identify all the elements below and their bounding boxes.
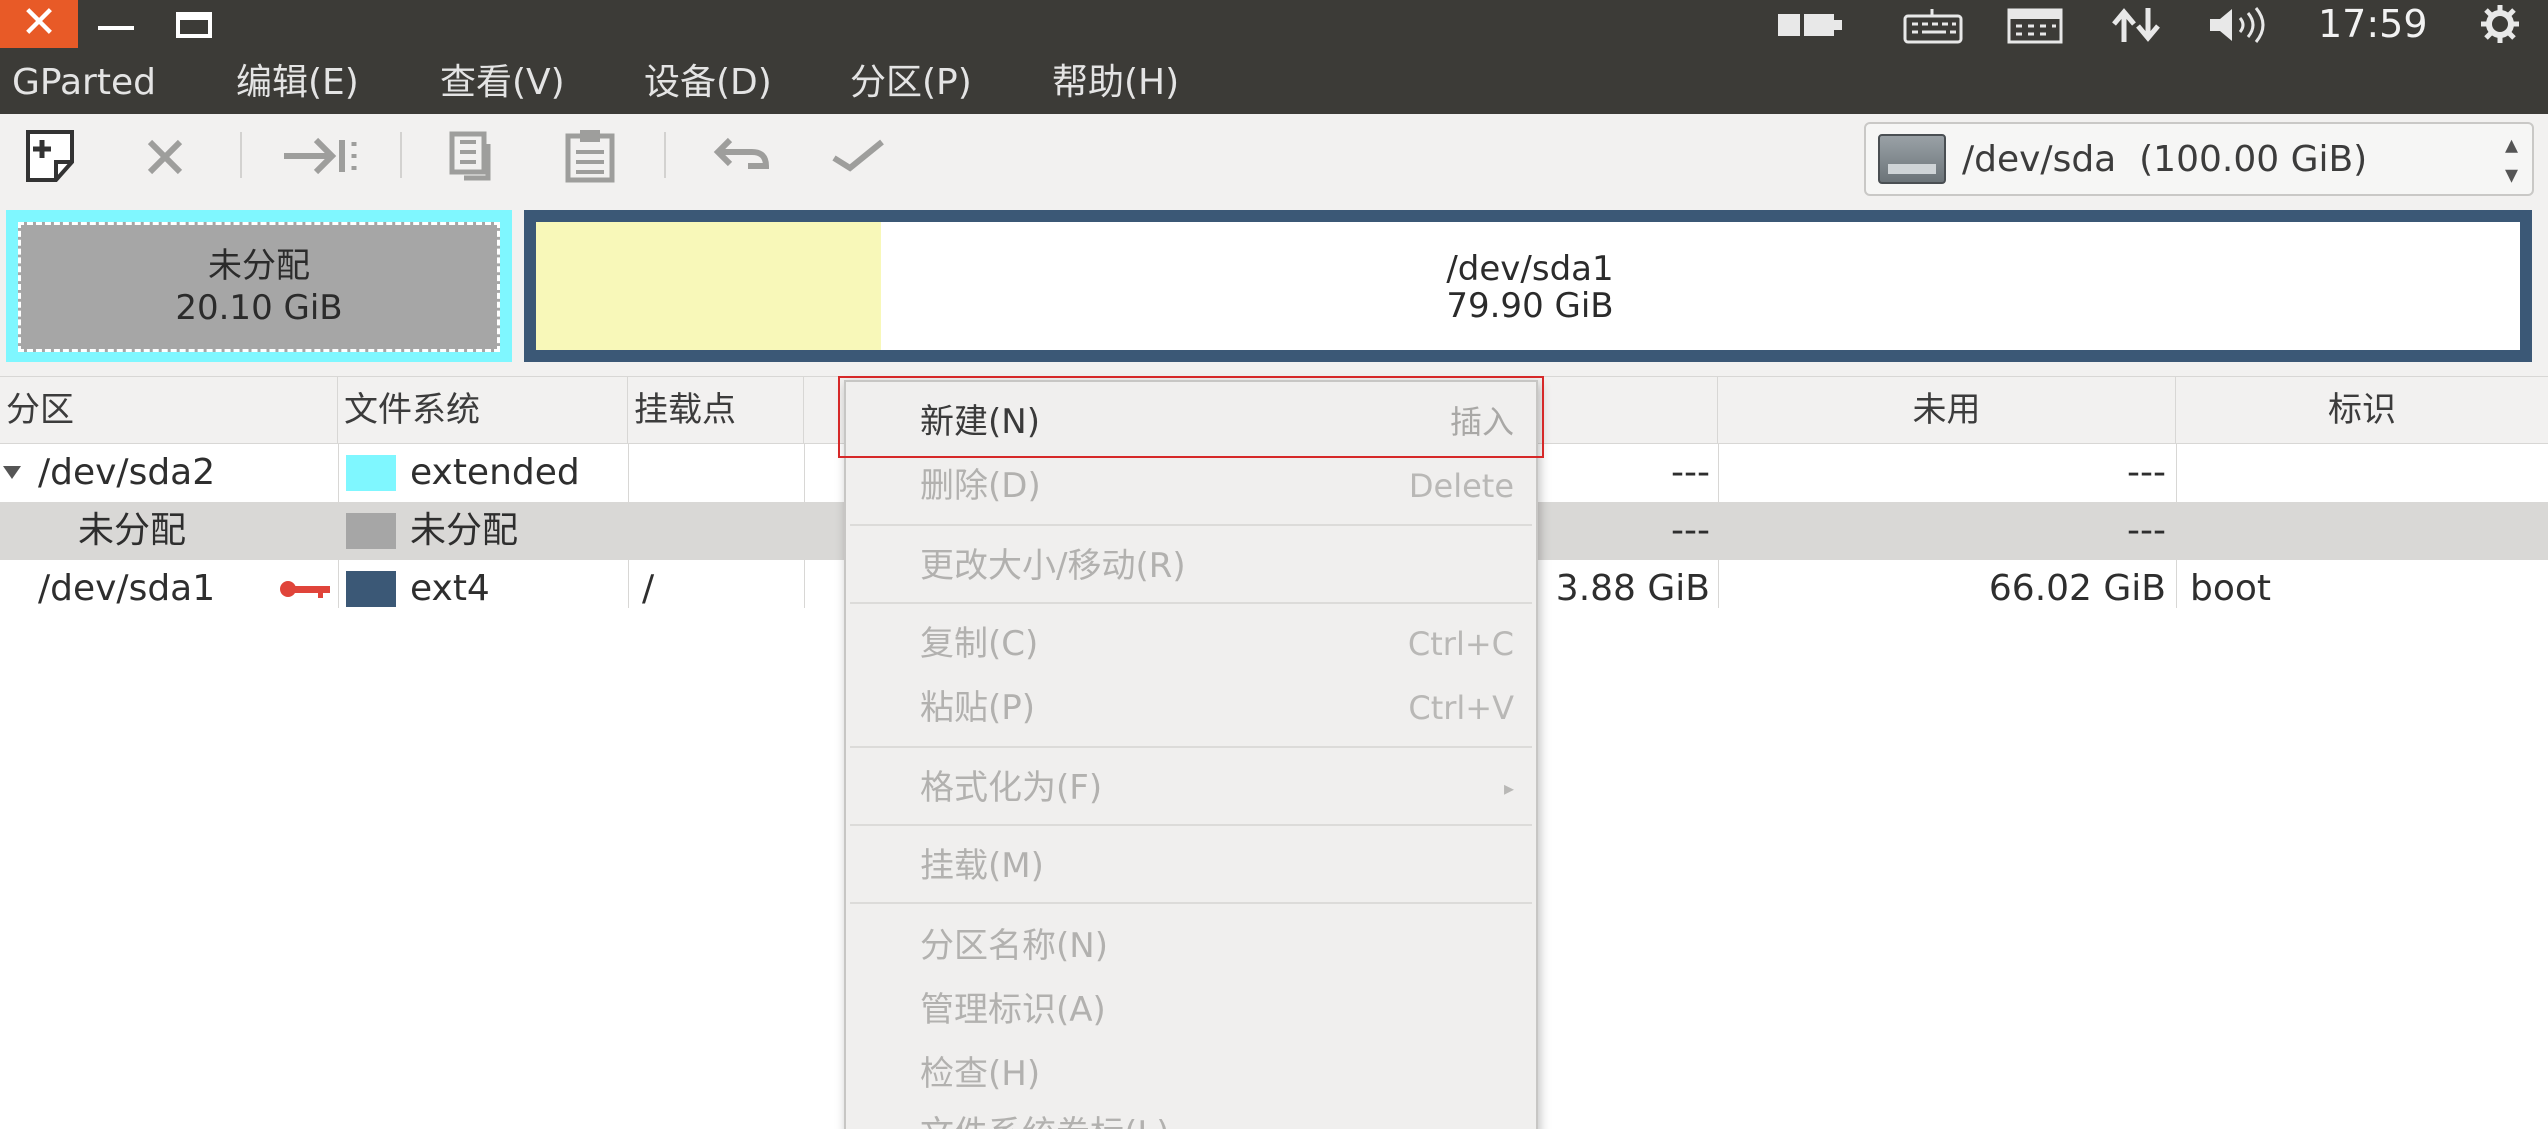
cell-flags: boot bbox=[2190, 568, 2272, 609]
device-selector-label: /dev/sda (100.00 GiB) bbox=[1962, 139, 2368, 180]
menu-separator bbox=[850, 746, 1532, 748]
menu-separator bbox=[850, 602, 1532, 604]
cell-filesystem: ext4 bbox=[410, 568, 490, 609]
cell-unused: --- bbox=[2127, 510, 2166, 551]
cell-used: --- bbox=[1671, 510, 1710, 551]
close-window-button[interactable]: ✕ bbox=[0, 0, 78, 48]
column-header-filesystem[interactable]: 文件系统 bbox=[338, 376, 628, 444]
column-header-flags[interactable]: 标识 bbox=[2176, 376, 2548, 444]
toolbar-separator bbox=[240, 132, 242, 178]
filesystem-color-swatch bbox=[346, 513, 396, 549]
filesystem-color-swatch bbox=[346, 455, 396, 491]
maximize-window-button[interactable] bbox=[176, 12, 212, 38]
minimize-window-button[interactable] bbox=[98, 26, 134, 30]
calendar-icon[interactable] bbox=[2006, 4, 2064, 44]
submenu-arrow-icon: ▸ bbox=[1503, 776, 1514, 800]
menu-item-manage-flags[interactable]: 管理标识(A) bbox=[920, 982, 1106, 1038]
battery-icon[interactable] bbox=[1776, 8, 1846, 42]
column-header-mountpoint[interactable]: 挂载点 bbox=[628, 376, 804, 444]
menu-view[interactable]: 查看(V) bbox=[440, 48, 565, 114]
cell-partition: /dev/sda2 bbox=[38, 452, 216, 493]
apply-checkmark-icon bbox=[832, 139, 884, 172]
volume-icon[interactable] bbox=[2208, 6, 2274, 44]
cell-filesystem: extended bbox=[410, 452, 580, 493]
resize-move-icon bbox=[284, 137, 357, 175]
menu-separator bbox=[850, 902, 1532, 904]
cell-unused: 66.02 GiB bbox=[1988, 568, 2166, 609]
menu-device[interactable]: 设备(D) bbox=[644, 48, 772, 114]
device-selector[interactable]: /dev/sda (100.00 GiB) ▴ ▾ bbox=[1864, 122, 2534, 196]
cell-partition: 未分配 bbox=[78, 510, 187, 551]
copy-icon bbox=[449, 131, 491, 181]
partition-map-sda1-used-bar bbox=[536, 222, 881, 350]
menu-accel-copy: Ctrl+C bbox=[1407, 625, 1514, 663]
menu-edit[interactable]: 编辑(E) bbox=[236, 48, 359, 114]
lock-key-icon bbox=[280, 581, 330, 598]
clock[interactable]: 17:59 bbox=[2318, 0, 2428, 48]
keyboard-icon[interactable] bbox=[1902, 6, 1964, 44]
hard-disk-icon bbox=[1878, 134, 1946, 184]
settings-gear-icon[interactable] bbox=[2474, 4, 2526, 44]
menu-item-filesystem-label[interactable]: 文件系统卷标(L) bbox=[920, 1106, 1169, 1129]
partition-map-unallocated-label: 未分配 bbox=[208, 246, 310, 286]
cell-used: --- bbox=[1671, 452, 1710, 493]
menu-item-paste[interactable]: 粘贴(P) bbox=[920, 680, 1035, 736]
menu-item-delete[interactable]: 删除(D) bbox=[920, 458, 1041, 514]
toolbar-separator bbox=[400, 132, 402, 178]
expander-triangle-icon[interactable] bbox=[2, 464, 22, 480]
menu-item-resize-move[interactable]: 更改大小/移动(R) bbox=[920, 538, 1186, 594]
menu-item-format-as[interactable]: 格式化为(F) bbox=[920, 760, 1102, 816]
menu-separator bbox=[850, 524, 1532, 526]
undo-icon bbox=[713, 137, 770, 169]
cell-unused: --- bbox=[2127, 452, 2166, 493]
cell-filesystem: 未分配 bbox=[410, 510, 519, 551]
spinner-arrows-icon: ▴ ▾ bbox=[2504, 130, 2518, 190]
menu-item-new[interactable]: 新建(N) bbox=[920, 394, 1040, 450]
menu-separator bbox=[850, 824, 1532, 826]
menu-item-copy[interactable]: 复制(C) bbox=[920, 616, 1038, 672]
menu-accel-delete: Delete bbox=[1408, 467, 1514, 505]
column-header-partition[interactable]: 分区 bbox=[0, 376, 338, 444]
delete-icon bbox=[147, 139, 183, 175]
paste-icon bbox=[565, 130, 615, 183]
partition-map-sda1-size: 79.90 GiB bbox=[1446, 286, 1614, 326]
partition-map-sda1-label: /dev/sda1 bbox=[1446, 249, 1614, 289]
menu-item-partition-name[interactable]: 分区名称(N) bbox=[920, 918, 1108, 974]
menu-item-mount[interactable]: 挂载(M) bbox=[920, 838, 1044, 894]
menu-gparted[interactable]: GParted bbox=[12, 48, 156, 114]
cell-mountpoint: / bbox=[642, 568, 655, 609]
column-header-unused[interactable]: 未用 bbox=[1718, 376, 2176, 444]
menu-help[interactable]: 帮助(H) bbox=[1052, 48, 1179, 114]
menu-accel-new: 插入 bbox=[1449, 403, 1514, 441]
toolbar-separator bbox=[664, 132, 666, 178]
partition-map-unallocated-size: 20.10 GiB bbox=[175, 288, 343, 328]
top-panel bbox=[0, 0, 2548, 48]
menu-item-check[interactable]: 检查(H) bbox=[920, 1046, 1040, 1102]
new-partition-icon[interactable] bbox=[20, 126, 80, 186]
window-controls: ✕ bbox=[0, 0, 232, 48]
menu-accel-paste: Ctrl+V bbox=[1408, 689, 1514, 727]
menu-partition[interactable]: 分区(P) bbox=[850, 48, 972, 114]
menubar bbox=[0, 48, 2548, 114]
cell-partition: /dev/sda1 bbox=[38, 568, 216, 609]
network-icon[interactable] bbox=[2110, 6, 2162, 44]
filesystem-color-swatch bbox=[346, 571, 396, 607]
